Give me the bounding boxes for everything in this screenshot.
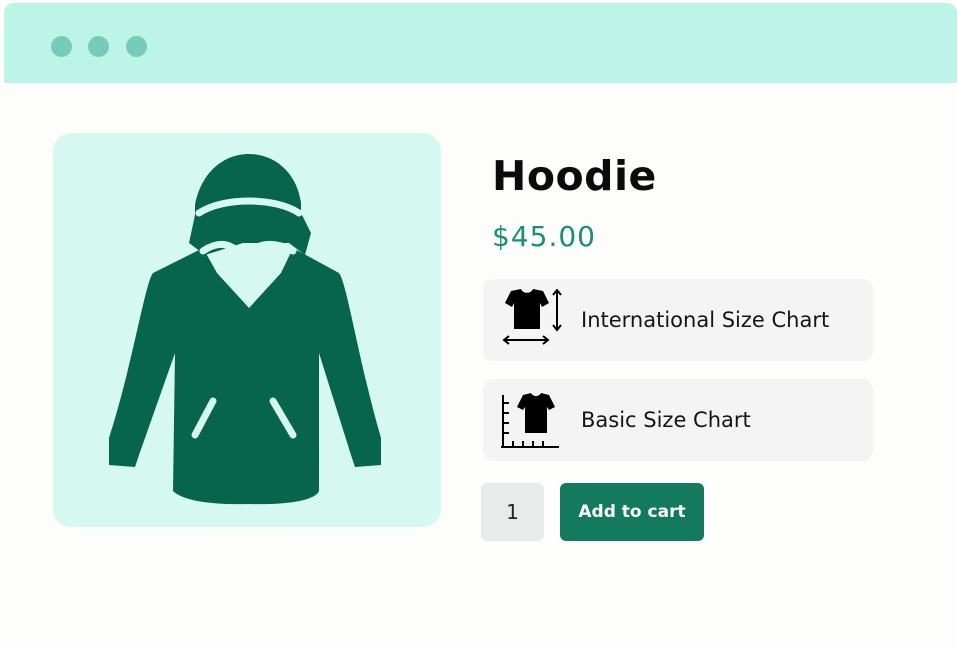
international-size-chart-label: International Size Chart [581, 308, 830, 332]
basic-size-chart-label: Basic Size Chart [581, 408, 751, 432]
window-control-dot[interactable] [88, 36, 109, 57]
product-image [53, 133, 441, 527]
quantity-input[interactable] [481, 483, 544, 541]
hoodie-icon [109, 154, 381, 505]
international-size-chart-button[interactable]: International Size Chart [483, 279, 873, 361]
product-price: $45.00 [492, 220, 596, 253]
tshirt-chart-icon [501, 393, 559, 448]
window-control-dot[interactable] [126, 36, 147, 57]
add-to-cart-button[interactable]: Add to cart [560, 483, 704, 541]
window-control-dot[interactable] [51, 36, 72, 57]
tshirt-measure-icon [502, 289, 562, 345]
window-titlebar [4, 3, 957, 83]
product-title: Hoodie [492, 152, 657, 200]
basic-size-chart-button[interactable]: Basic Size Chart [483, 379, 873, 461]
